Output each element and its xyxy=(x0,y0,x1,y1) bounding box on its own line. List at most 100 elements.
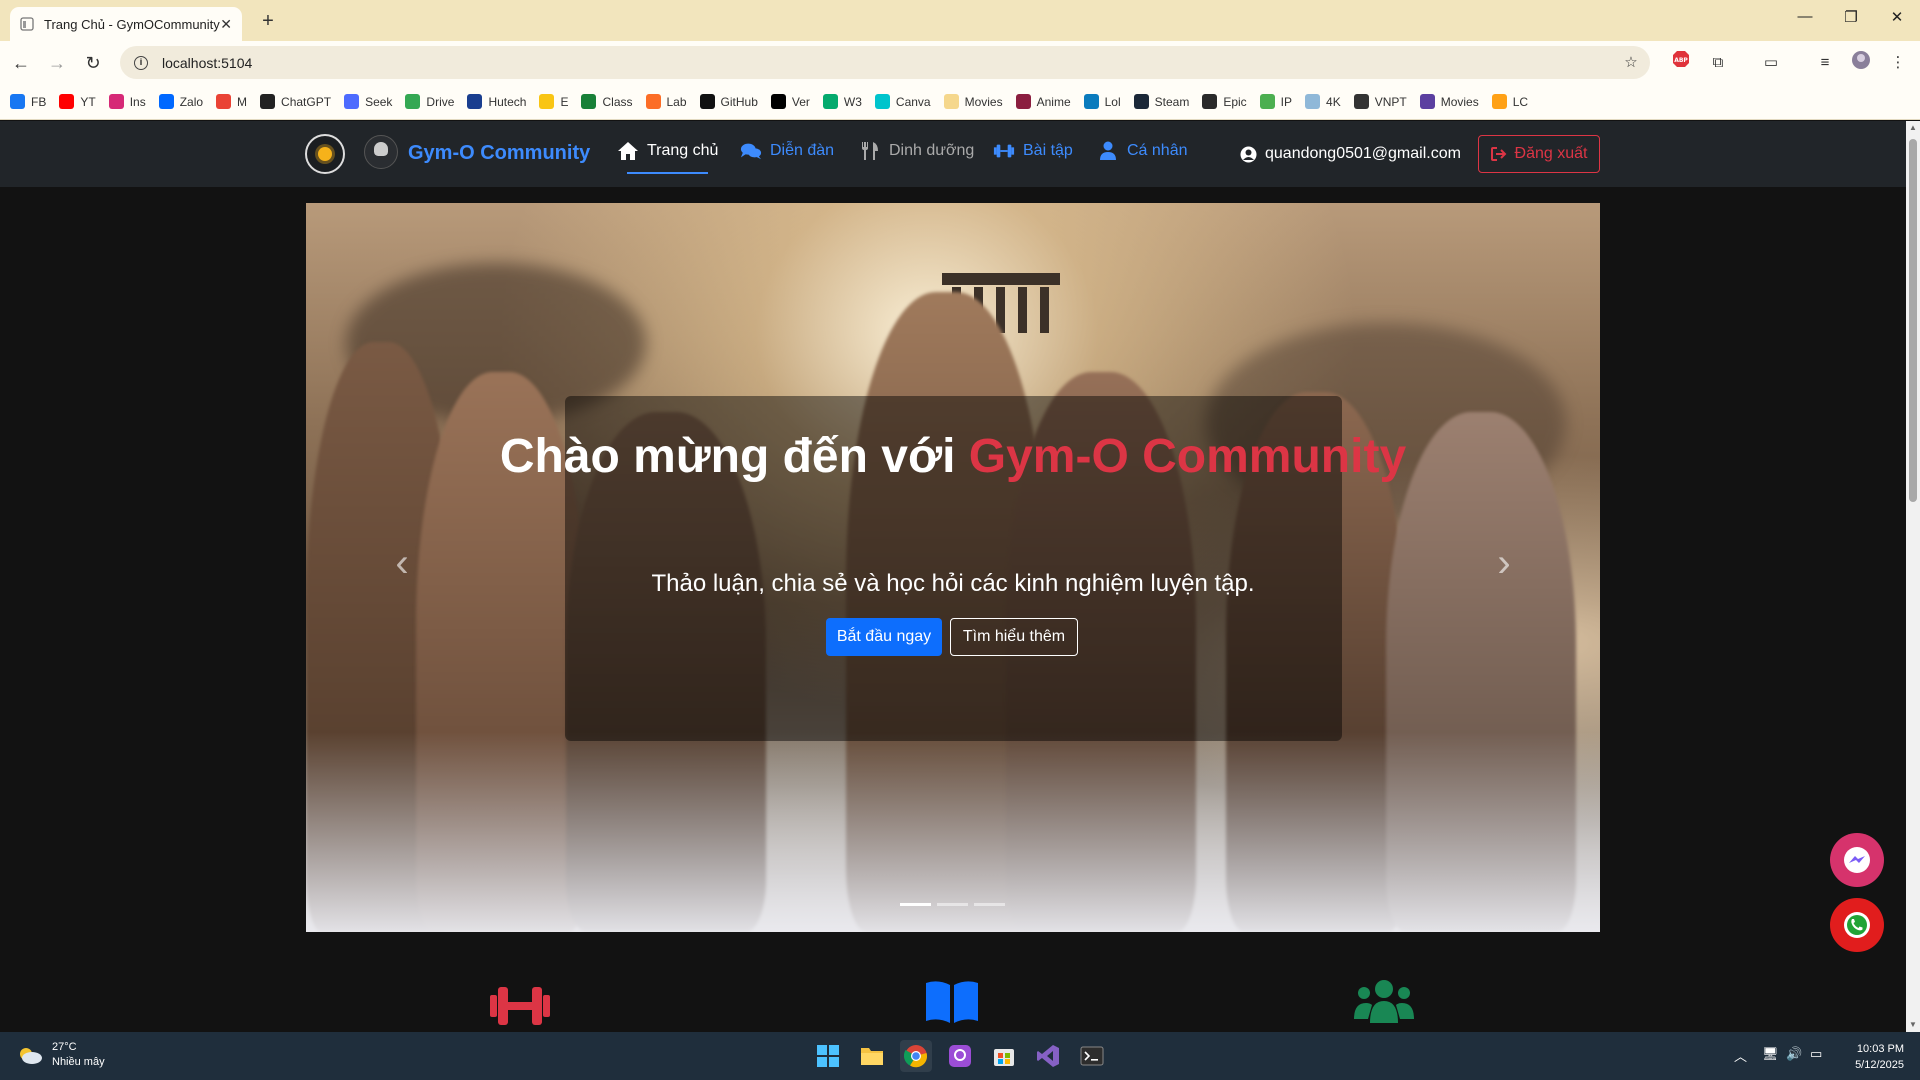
theme-toggle-sun-icon[interactable] xyxy=(305,134,345,174)
restore-icon[interactable]: ❐ xyxy=(1836,8,1866,26)
carousel-indicator[interactable] xyxy=(900,903,931,906)
start-now-button[interactable]: Bắt đầu ngay xyxy=(826,618,942,656)
bookmark-item[interactable]: W3 xyxy=(822,94,862,109)
chrome-taskbar-icon[interactable] xyxy=(900,1040,932,1072)
volume-icon[interactable]: 🔊 xyxy=(1786,1046,1802,1062)
site-info-icon[interactable]: i xyxy=(134,55,148,70)
bookmark-item[interactable]: Anime xyxy=(1015,94,1071,109)
menu-kebab-icon[interactable]: ⋮ xyxy=(1885,50,1911,76)
tray-overflow-icon[interactable]: ︿ xyxy=(1734,1046,1747,1065)
clock-date: 5/12/2025 xyxy=(1855,1059,1904,1071)
logout-label: Đăng xuất xyxy=(1514,145,1588,162)
network-icon[interactable]: 🖥 xyxy=(1762,1046,1779,1062)
bookmark-item[interactable]: Lab xyxy=(645,94,687,109)
nav-link-nutrition[interactable]: Dinh dưỡng xyxy=(859,141,974,161)
scroll-up-icon[interactable]: ▲ xyxy=(1909,124,1917,132)
scrollbar-thumb[interactable] xyxy=(1909,139,1917,502)
logout-button[interactable]: Đăng xuất xyxy=(1478,135,1600,173)
bookmark-item[interactable]: Zalo xyxy=(158,94,203,109)
bookmark-favicon-icon xyxy=(344,94,360,109)
visual-studio-icon[interactable] xyxy=(1032,1040,1064,1072)
bookmark-item[interactable]: Epic xyxy=(1202,94,1247,109)
bookmark-label: Seek xyxy=(365,94,393,109)
profile-avatar[interactable] xyxy=(1848,50,1874,76)
page-scrollbar[interactable]: ▲ ▼ xyxy=(1906,121,1920,1032)
bookmark-label: Drive xyxy=(426,94,455,109)
cast-icon[interactable]: ▭ xyxy=(1758,50,1784,76)
phone-call-button[interactable] xyxy=(1830,898,1884,952)
carousel-indicator[interactable] xyxy=(937,903,968,906)
nav-link-home[interactable]: Trang chủ xyxy=(617,141,718,161)
bookmark-item[interactable]: 4K xyxy=(1305,94,1341,109)
nav-link-label: Cá nhân xyxy=(1127,142,1188,159)
tab-close-icon[interactable]: ✕ xyxy=(220,16,232,33)
bookmark-item[interactable]: M xyxy=(216,94,247,109)
bookmark-item[interactable]: Movies xyxy=(943,94,1003,109)
start-menu-icon[interactable] xyxy=(812,1040,844,1072)
carousel-prev-icon[interactable]: ‹ xyxy=(382,543,422,583)
bookmark-item[interactable]: LC xyxy=(1491,94,1528,109)
hero-carousel: Chào mừng đến với Gym-O Community Thảo l… xyxy=(306,203,1600,932)
brand-name[interactable]: Gym-O Community xyxy=(408,142,590,165)
bookmark-item[interactable]: Steam xyxy=(1133,94,1189,109)
dumbbell-icon xyxy=(490,987,550,1025)
microsoft-store-icon[interactable] xyxy=(988,1040,1020,1072)
reload-icon[interactable]: ↻ xyxy=(80,50,106,76)
bookmark-favicon-icon xyxy=(1202,94,1218,109)
bookmark-item[interactable]: FB xyxy=(10,94,46,109)
cloudy-weather-icon xyxy=(20,1048,42,1064)
bookmark-item[interactable]: VNPT xyxy=(1353,94,1407,109)
new-tab-button[interactable]: + xyxy=(255,9,281,35)
windows-taskbar: 27°C Nhiều mây ︿ 🖥 🔊 ▭ 10:03 PM 5/12/202… xyxy=(0,1032,1920,1080)
bookmark-favicon-icon xyxy=(1083,94,1099,109)
back-icon[interactable]: ← xyxy=(8,50,34,76)
scroll-down-icon[interactable]: ▼ xyxy=(1909,1021,1917,1029)
bookmark-favicon-icon xyxy=(645,94,661,109)
bookmark-item[interactable]: Class xyxy=(581,94,633,109)
bookmark-item[interactable]: GitHub xyxy=(699,94,758,109)
nav-link-profile[interactable]: Cá nhân xyxy=(1097,141,1188,161)
bookmark-item[interactable]: Lol xyxy=(1083,94,1121,109)
bookmark-label: Class xyxy=(602,94,633,109)
file-explorer-icon[interactable] xyxy=(856,1040,888,1072)
bookmark-item[interactable]: Ver xyxy=(770,94,810,109)
carousel-next-icon[interactable]: › xyxy=(1484,543,1524,583)
carousel-indicator[interactable] xyxy=(974,903,1005,906)
user-account-link[interactable]: quandong0501@gmail.com xyxy=(1240,145,1461,163)
bookmark-item[interactable]: Seek xyxy=(344,94,392,109)
extensions-icon[interactable]: ⧉ xyxy=(1705,50,1731,76)
messenger-button[interactable] xyxy=(1830,833,1884,887)
minimize-icon[interactable]: — xyxy=(1790,8,1820,25)
nav-link-forum[interactable]: Diễn đàn xyxy=(740,141,834,161)
adblock-icon[interactable]: ABP xyxy=(1668,50,1694,76)
weather-condition: Nhiều mây xyxy=(52,1056,105,1068)
active-nav-indicator xyxy=(627,172,708,174)
close-window-icon[interactable]: ✕ xyxy=(1882,8,1912,26)
battery-icon[interactable]: ▭ xyxy=(1810,1046,1822,1062)
user-icon xyxy=(1100,141,1116,160)
bookmark-item[interactable]: IP xyxy=(1259,94,1292,109)
weather-widget[interactable]: 27°C Nhiều mây xyxy=(16,1040,105,1070)
browser-tab[interactable]: Trang Chủ - GymOCommunity ✕ xyxy=(10,7,242,41)
bookmark-favicon-icon xyxy=(822,94,838,109)
bookmark-item[interactable]: ChatGPT xyxy=(260,94,331,109)
bookmark-label: E xyxy=(560,94,569,109)
nav-link-exercises[interactable]: Bài tập xyxy=(993,141,1073,161)
bookmark-item[interactable]: Canva xyxy=(874,94,931,109)
forward-icon[interactable]: → xyxy=(44,50,70,76)
podcast-app-icon[interactable] xyxy=(944,1040,976,1072)
address-bar[interactable]: i localhost:5104 xyxy=(120,46,1650,79)
learn-more-button[interactable]: Tìm hiểu thêm xyxy=(950,618,1078,656)
bookmark-item[interactable]: E xyxy=(539,94,568,109)
media-icon[interactable]: ≡ xyxy=(1812,50,1838,76)
bookmark-star-icon[interactable]: ☆ xyxy=(1618,50,1644,76)
comments-icon xyxy=(740,143,762,160)
terminal-icon[interactable] xyxy=(1076,1040,1108,1072)
bookmark-item[interactable]: YT xyxy=(59,94,96,109)
bookmark-item[interactable]: Movies xyxy=(1419,94,1479,109)
bookmark-item[interactable]: Drive xyxy=(405,94,454,109)
brand-logo[interactable] xyxy=(364,135,398,169)
bookmark-item[interactable]: Hutech xyxy=(467,94,526,109)
system-clock[interactable]: 10:03 PM 5/12/2025 xyxy=(1838,1041,1904,1073)
bookmark-item[interactable]: Ins xyxy=(108,94,146,109)
